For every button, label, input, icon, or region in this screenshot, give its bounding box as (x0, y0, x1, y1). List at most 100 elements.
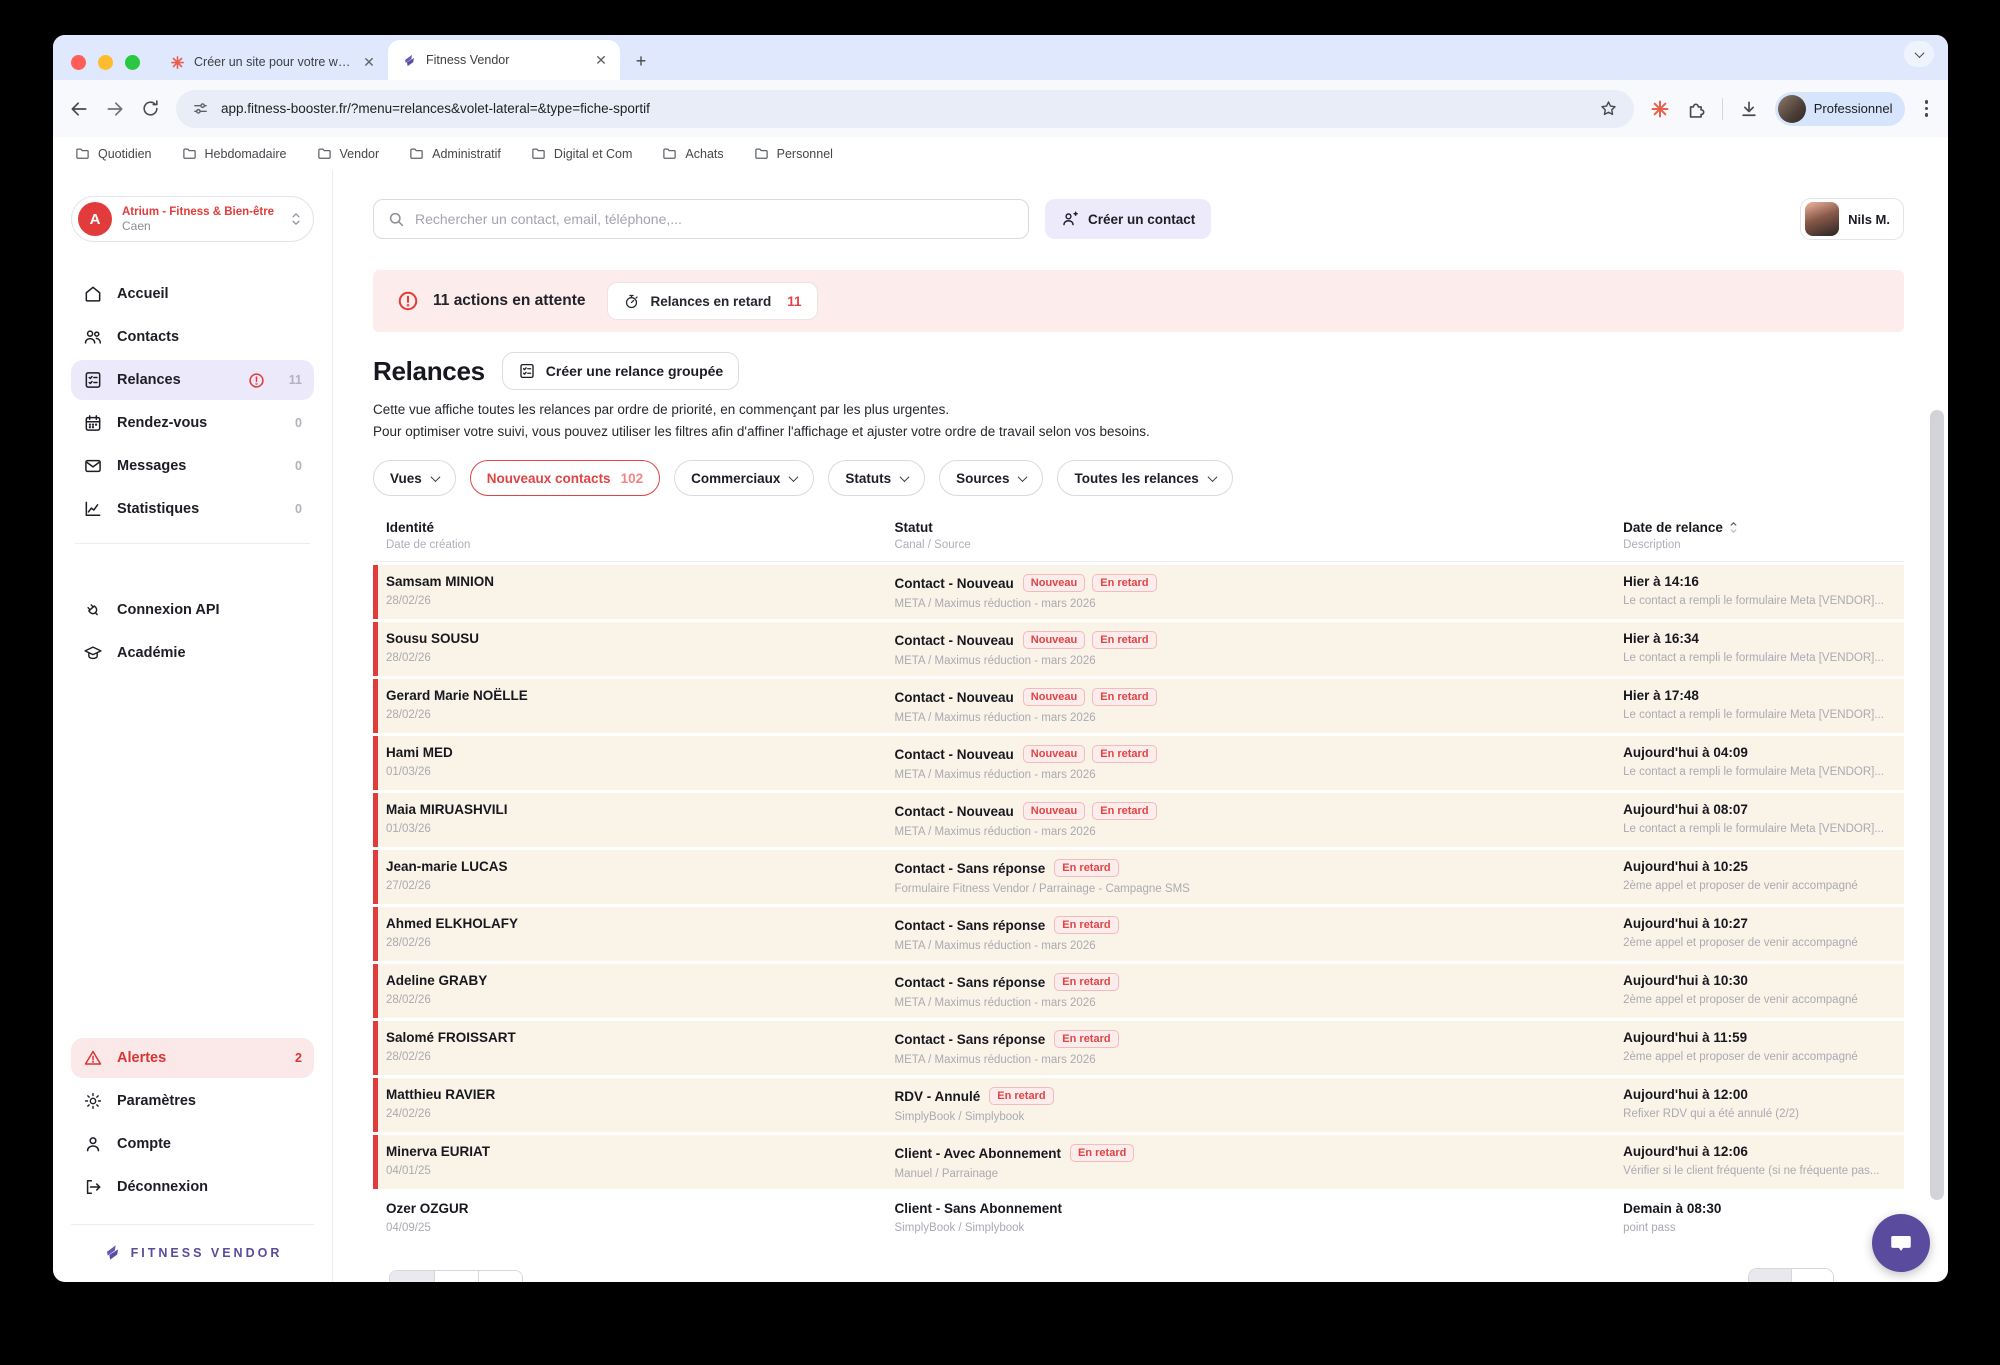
sidebar-item-connexion-api[interactable]: Connexion API (71, 590, 314, 630)
contact-search[interactable] (373, 199, 1029, 239)
sidebar-item-alertes[interactable]: Alertes 2 (71, 1038, 314, 1078)
status-text: Contact - Nouveau (895, 747, 1014, 762)
sidebar-item-contacts[interactable]: Contacts (71, 317, 314, 357)
forward-button[interactable] (105, 99, 125, 119)
filter-dropdown[interactable]: Commerciaux (674, 460, 814, 496)
bookmark-folder[interactable]: Hebdomadaire (182, 146, 287, 161)
table-row[interactable]: Matthieu RAVIER 24/02/26 RDV - Annulé En… (373, 1078, 1904, 1132)
bookmark-folder[interactable]: Digital et Com (531, 146, 633, 161)
bookmark-folder[interactable]: Administratif (409, 146, 501, 161)
next-page-button[interactable]: › (1791, 1269, 1833, 1282)
tab-inactive[interactable]: Créer un site pour votre web ✕ (156, 44, 388, 80)
sidebar-item-parametres[interactable]: Paramètres (71, 1081, 314, 1121)
url-text[interactable]: app.fitness-booster.fr/?menu=relances&vo… (221, 101, 1587, 116)
create-group-relance-button[interactable]: Créer une relance groupée (502, 352, 739, 390)
extensions-puzzle-icon[interactable] (1686, 99, 1706, 119)
sidebar-item-compte[interactable]: Compte (71, 1124, 314, 1164)
table-row[interactable]: Gerard Marie NOËLLE 28/02/26 Contact - N… (373, 679, 1904, 733)
url-bar[interactable]: app.fitness-booster.fr/?menu=relances&vo… (176, 90, 1634, 128)
bookmark-folder[interactable]: Personnel (754, 146, 833, 161)
table-row[interactable]: Maia MIRUASHVILI 01/03/26 Contact - Nouv… (373, 793, 1904, 847)
browser-profile-chip[interactable]: Professionnel (1775, 92, 1905, 126)
downloads-icon[interactable] (1739, 99, 1759, 119)
window-controls[interactable] (71, 55, 140, 70)
filter-dropdown[interactable]: Sources (939, 460, 1043, 496)
sidebar-item-label: Déconnexion (117, 1179, 208, 1195)
column-date-relance[interactable]: Date de relance (1623, 520, 1904, 535)
relance-time: Aujourd'hui à 12:00 (1623, 1087, 1904, 1102)
relances-en-retard-chip[interactable]: Relances en retard 11 (607, 282, 817, 320)
create-contact-button[interactable]: Créer un contact (1045, 199, 1211, 239)
table-row[interactable]: Ozer OZGUR 04/09/25 Client - Sans Abonne… (373, 1192, 1904, 1246)
table-row[interactable]: Sousu SOUSU 28/02/26 Contact - Nouveau N… (373, 622, 1904, 676)
back-button[interactable] (69, 99, 89, 119)
sidebar-item-academie[interactable]: Académie (71, 633, 314, 673)
contact-name[interactable]: Salomé FROISSART (386, 1030, 895, 1045)
sidebar-item-count: 0 (295, 459, 302, 473)
status-badge: Nouveau (1023, 802, 1085, 820)
search-input[interactable] (415, 211, 1015, 227)
contact-name[interactable]: Maia MIRUASHVILI (386, 802, 895, 817)
zoom-window-button[interactable] (125, 55, 140, 70)
contact-name[interactable]: Ozer OZGUR (386, 1201, 895, 1216)
filter-dropdown[interactable]: Vues (373, 460, 456, 496)
sidebar-item-deconnexion[interactable]: Déconnexion (71, 1167, 314, 1207)
bookmark-folder[interactable]: Vendor (317, 146, 380, 161)
table-row[interactable]: Jean-marie LUCAS 27/02/26 Contact - Sans… (373, 850, 1904, 904)
user-menu-chip[interactable]: Nils M. (1800, 198, 1904, 240)
table-row[interactable]: Salomé FROISSART 28/02/26 Contact - Sans… (373, 1021, 1904, 1075)
contact-name[interactable]: Samsam MINION (386, 574, 895, 589)
table-row[interactable]: Adeline GRABY 28/02/26 Contact - Sans ré… (373, 964, 1904, 1018)
sidebar-item-messages[interactable]: Messages 0 (71, 446, 314, 486)
table-row[interactable]: Ahmed ELKHOLAFY 28/02/26 Contact - Sans … (373, 907, 1904, 961)
sort-icon[interactable] (1728, 521, 1739, 534)
new-tab-button[interactable]: + (628, 48, 654, 74)
filter-dropdown[interactable]: Statuts (828, 460, 925, 496)
close-tab-icon[interactable]: ✕ (360, 53, 378, 71)
reload-button[interactable] (141, 99, 160, 118)
contact-name[interactable]: Sousu SOUSU (386, 631, 895, 646)
table-row[interactable]: Minerva EURIAT 04/01/25 Client - Avec Ab… (373, 1135, 1904, 1189)
sidebar-item-label: Connexion API (117, 602, 220, 618)
table-row[interactable]: Samsam MINION 28/02/26 Contact - Nouveau… (373, 565, 1904, 619)
table-row[interactable]: Hami MED 01/03/26 Contact - Nouveau Nouv… (373, 736, 1904, 790)
contact-name[interactable]: Jean-marie LUCAS (386, 859, 895, 874)
sidebar-item-rendez-vous[interactable]: Rendez-vous 0 (71, 403, 314, 443)
bookmark-star-icon[interactable] (1599, 99, 1618, 118)
page-size-selector[interactable]: 25 50 100 (389, 1270, 523, 1282)
site-settings-icon[interactable] (192, 100, 209, 117)
column-statut[interactable]: Statut (895, 520, 1624, 535)
workspace-selector[interactable]: A Atrium - Fitness & Bien-être Caen (71, 196, 314, 242)
bookmark-folder[interactable]: Quotidien (75, 146, 152, 161)
contact-name[interactable]: Adeline GRABY (386, 973, 895, 988)
browser-menu-button[interactable] (1921, 96, 1933, 121)
minimize-window-button[interactable] (98, 55, 113, 70)
sidebar-item-accueil[interactable]: Accueil (71, 274, 314, 314)
contact-name[interactable]: Minerva EURIAT (386, 1144, 895, 1159)
status-badge: En retard (1054, 973, 1118, 991)
tab-search-chevron-button[interactable] (1904, 41, 1934, 67)
sidebar-item-statistiques[interactable]: Statistiques 0 (71, 489, 314, 529)
page-size-100[interactable]: 100 (478, 1271, 522, 1282)
column-identite[interactable]: Identité (386, 520, 895, 535)
starburst-extension-icon[interactable] (1650, 99, 1670, 119)
contact-name[interactable]: Ahmed ELKHOLAFY (386, 916, 895, 931)
filter-dropdown[interactable]: Nouveaux contacts 102 (470, 460, 660, 496)
close-tab-icon[interactable]: ✕ (592, 51, 610, 69)
contact-name[interactable]: Matthieu RAVIER (386, 1087, 895, 1102)
chat-widget-button[interactable] (1872, 1214, 1930, 1272)
scrollbar[interactable] (1930, 410, 1944, 1200)
tab-active[interactable]: Fitness Vendor ✕ (388, 40, 620, 80)
sidebar-item-relances[interactable]: Relances 11 (71, 360, 314, 400)
stopwatch-icon (623, 293, 640, 310)
filter-dropdown[interactable]: Toutes les relances (1057, 460, 1232, 496)
contact-name[interactable]: Gerard Marie NOËLLE (386, 688, 895, 703)
badges-group: En retard (1054, 1030, 1118, 1048)
search-icon (387, 210, 405, 228)
page-size-50[interactable]: 50 (434, 1271, 478, 1282)
page-size-25[interactable]: 25 (390, 1271, 434, 1282)
bookmark-folder[interactable]: Achats (662, 146, 723, 161)
close-window-button[interactable] (71, 55, 86, 70)
contact-name[interactable]: Hami MED (386, 745, 895, 760)
previous-page-button[interactable]: ‹ (1749, 1269, 1791, 1282)
